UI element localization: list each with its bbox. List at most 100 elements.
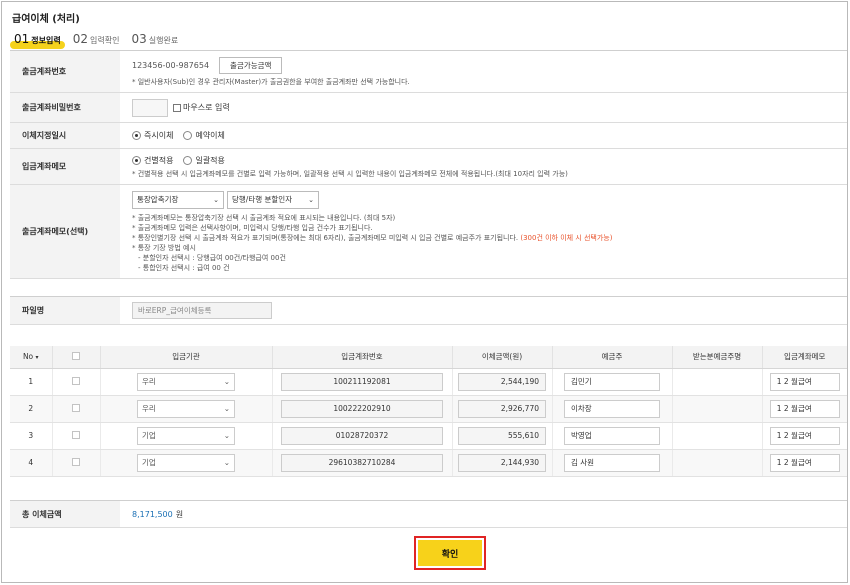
withdraw-note-6: - 통합인자 선택시 : 급여 00 건: [138, 263, 230, 272]
transfer-table: No ▾ 입금기관 입금계좌번호 이체금액(원) 예금주 받는분예금주명 입금계…: [10, 346, 847, 477]
chevron-down-icon: ⌄: [223, 377, 230, 386]
withdraw-note-2: * 출금계좌메모 입력은 선택사항이며, 미입력시 당행/타행 입금 건수가 표…: [132, 223, 373, 232]
row-no: 1: [10, 368, 52, 396]
col-account: 입금계좌번호: [271, 346, 452, 369]
account-input[interactable]: 29610382710284: [281, 453, 443, 472]
file-label: 파일명: [10, 297, 120, 324]
total-unit: 원: [175, 509, 184, 519]
account-number: 123456-00-987654: [132, 60, 210, 70]
bulk-radio[interactable]: 일괄적용: [183, 155, 225, 166]
passbook-type-select[interactable]: 통장압축기장 ⌄: [132, 190, 224, 209]
radio-label: 즉시이체: [144, 131, 174, 140]
password-input[interactable]: [132, 98, 168, 117]
select-value: 통장압축기장: [137, 195, 179, 204]
holder-input[interactable]: 박영업: [564, 426, 660, 445]
account-input[interactable]: 100211192081: [281, 372, 443, 391]
radio-icon: [183, 155, 193, 165]
bank-select[interactable]: 우리 ⌄: [137, 372, 235, 391]
table-header: No ▾ 입금기관 입금계좌번호 이체금액(원) 예금주 받는분예금주명 입금계…: [10, 346, 847, 369]
step-indicator: 01 정보입력 02 입력확인 03 실행완료: [10, 32, 190, 50]
row-checkbox[interactable]: [72, 457, 80, 466]
memo-input[interactable]: 1 2 월급여: [769, 372, 840, 391]
col-memo: 입금계좌메모: [761, 346, 847, 369]
row-no: 2: [10, 395, 52, 423]
withdraw-memo-label: 출금계좌메모(선택): [10, 185, 120, 278]
sort-icon: ▾: [35, 354, 39, 362]
row-no: 3: [10, 422, 52, 450]
mouse-input-label: 마우스로 입력: [183, 103, 230, 112]
account-input[interactable]: 01028720372: [281, 426, 443, 445]
chevron-down-icon: ⌄: [213, 195, 219, 204]
col-holder: 예금주: [551, 346, 672, 369]
radio-label: 건별적용: [144, 155, 174, 165]
deposit-memo-note: * 건별적용 선택 시 입금계좌메모를 건별로 입력 가능하며, 일괄적용 선택…: [132, 169, 568, 178]
table-row: 4 기업 ⌄ 29610382710284 2,144,930 김 사원 1 2 …: [10, 449, 847, 477]
chevron-down-icon: ⌄: [223, 431, 230, 440]
row-checkbox[interactable]: [72, 430, 80, 439]
page-title: 급여이체 (처리): [12, 14, 80, 25]
mouse-input-checkbox[interactable]: [173, 103, 181, 112]
radio-label: 일괄적용: [195, 155, 225, 165]
withdraw-note-3-wrap: * 통장인별기장 선택 시 출금계좌 적요가 표기되며(통장에는 최대 6자리)…: [132, 233, 835, 243]
row-checkbox[interactable]: [72, 376, 80, 385]
total-row: 총 이체금액 8,171,500 원: [10, 500, 847, 528]
reserved-radio[interactable]: 예약이체: [183, 130, 225, 141]
amount-input[interactable]: 2,544,190: [458, 372, 546, 391]
row-no: 4: [10, 449, 52, 477]
amount-input[interactable]: 2,144,930: [458, 453, 546, 472]
step-label: 정보입력: [31, 36, 61, 45]
schedule-label: 이체지정일시: [10, 123, 120, 148]
memo-input[interactable]: 1 2 월급여: [769, 399, 840, 418]
file-name-input[interactable]: 바로ERP_급여이체등록: [132, 302, 272, 319]
bank-select[interactable]: 기업 ⌄: [137, 426, 235, 445]
deposit-memo-label: 입금계좌메모: [10, 149, 120, 184]
row-schedule: 이체지정일시 즉시이체 예약이체: [10, 123, 847, 149]
immediate-radio[interactable]: 즉시이체: [132, 130, 173, 141]
chevron-down-icon: ⌄: [308, 195, 314, 204]
confirm-highlight: 확인: [414, 536, 486, 570]
row-withdraw-memo: 출금계좌메모(선택) 통장압축기장 ⌄ 당행/타행 분할인자 ⌄ * 출금계좌메모는…: [10, 185, 847, 279]
col-bank: 입금기관: [99, 346, 272, 369]
radio-label: 예약이체: [195, 131, 225, 140]
password-label: 출금계좌비밀번호: [10, 93, 120, 122]
withdraw-red-note: (300건 이하 이체 시 선택가능): [520, 233, 613, 242]
step-2: 02 입력확인: [73, 32, 120, 46]
row-account: 출금계좌번호 123456-00-987654 출금가능금액 * 일반사용자(S…: [10, 51, 847, 93]
amount-input[interactable]: 2,926,770: [458, 399, 546, 418]
row-deposit-memo: 입금계좌메모 건별적용 일괄적용 * 건별적용 선택 시 입금계좌메모를 건별로…: [10, 149, 847, 185]
confirm-button[interactable]: 확인: [418, 540, 482, 566]
holder-input[interactable]: 김 사원: [564, 453, 660, 472]
memo-input[interactable]: 1 2 월급여: [769, 453, 840, 472]
account-label: 출금계좌번호: [10, 51, 120, 92]
row-password: 출금계좌비밀번호 마우스로 입력: [10, 93, 847, 123]
step-number: 01: [14, 32, 30, 46]
amount-input[interactable]: 555,610: [458, 426, 546, 445]
radio-icon: [183, 131, 193, 140]
step-number: 02: [72, 32, 89, 46]
available-balance-button[interactable]: 출금가능금액: [219, 56, 283, 74]
per-item-radio[interactable]: 건별적용: [132, 155, 173, 166]
holder-input[interactable]: 이차장: [564, 399, 660, 418]
col-select-all[interactable]: [51, 346, 100, 369]
row-checkbox[interactable]: [72, 403, 80, 412]
bank-select[interactable]: 우리 ⌄: [137, 399, 235, 418]
memo-input[interactable]: 1 2 월급여: [769, 426, 840, 445]
select-all-checkbox[interactable]: [72, 351, 80, 360]
table-row: 2 우리 ⌄ 100222202910 2,926,770 이차장 1 2 월급여: [10, 395, 847, 423]
step-1: 01 정보입력: [10, 32, 65, 49]
chevron-down-icon: ⌄: [223, 458, 230, 467]
chevron-down-icon: ⌄: [223, 404, 230, 413]
step-label: 입력확인: [90, 36, 120, 45]
account-input[interactable]: 100222202910: [281, 399, 443, 418]
receiver-name-cell: [671, 449, 762, 477]
spacer: [10, 279, 847, 297]
holder-input[interactable]: 김민기: [564, 372, 660, 391]
col-receiver-name: 받는분예금주명: [671, 346, 762, 369]
print-type-select[interactable]: 당행/타행 분할인자 ⌄: [227, 190, 319, 209]
col-no[interactable]: No ▾: [10, 346, 52, 369]
withdraw-note-1: * 출금계좌메모는 통장압축기장 선택 시 출금계좌 적요에 표시되는 내용입니…: [132, 213, 396, 222]
withdraw-note-4: * 통장 기장 방법 예시: [132, 243, 196, 252]
bank-select[interactable]: 기업 ⌄: [137, 453, 235, 472]
step-3: 03 실행완료: [131, 32, 178, 46]
step-number: 03: [131, 32, 147, 46]
